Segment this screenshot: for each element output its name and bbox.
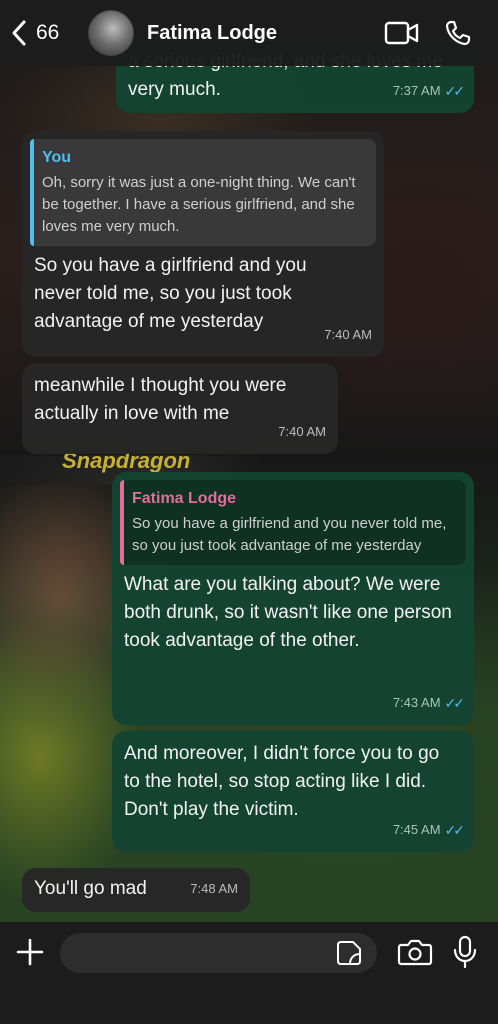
chat-header: 66 Fatima Lodge — [0, 0, 498, 66]
camera-icon — [397, 939, 433, 966]
phone-icon — [445, 20, 471, 46]
message-meta: 7:45 AM ✓✓ — [392, 816, 466, 844]
message-meta: 7:43 AM ✓✓ — [392, 689, 466, 717]
composer-bar — [0, 922, 498, 1024]
sticker-button[interactable] — [336, 940, 362, 966]
message-input[interactable] — [60, 933, 377, 973]
voice-call-button[interactable] — [440, 15, 476, 51]
message-time: 7:40 AM — [278, 424, 326, 439]
quoted-message[interactable]: Fatima Lodge So you have a girlfriend an… — [120, 480, 466, 565]
message-bubble-outgoing[interactable]: And moreover, I didn't force you to go t… — [112, 731, 474, 852]
contact-name[interactable]: Fatima Lodge — [147, 22, 384, 45]
message-time: 7:48 AM — [190, 881, 238, 896]
message-time: 7:37 AM — [392, 83, 441, 98]
message-time: 7:40 AM — [324, 327, 372, 342]
message-text: So you have a girlfriend and you never t… — [34, 255, 307, 332]
plus-icon — [16, 938, 44, 966]
video-call-icon — [384, 21, 419, 45]
message-meta: 7:40 AM — [278, 418, 326, 446]
message-text: And moreover, I didn't force you to go t… — [124, 743, 440, 820]
quote-text: So you have a girlfriend and you never t… — [132, 515, 447, 554]
attach-button[interactable] — [14, 936, 46, 968]
message-time: 7:43 AM — [392, 695, 441, 710]
quote-author: Fatima Lodge — [132, 490, 237, 507]
message-text: What are you talking about? We were both… — [124, 574, 452, 651]
message-bubble-incoming[interactable]: You Oh, sorry it was just a one-night th… — [22, 131, 384, 357]
back-button[interactable]: 66 — [10, 19, 78, 47]
camera-button[interactable] — [397, 936, 433, 968]
microphone-icon — [453, 935, 477, 969]
quoted-message[interactable]: You Oh, sorry it was just a one-night th… — [30, 139, 376, 246]
microphone-button[interactable] — [451, 934, 479, 970]
quote-author: You — [42, 149, 72, 166]
message-time: 7:45 AM — [392, 822, 441, 837]
chevron-left-icon — [12, 20, 26, 46]
read-receipt-icon: ✓✓ — [444, 695, 466, 711]
message-bubble-incoming[interactable]: meanwhile I thought you were actually in… — [22, 363, 338, 454]
message-meta: 7:48 AM — [190, 875, 238, 903]
read-receipt-icon: ✓✓ — [444, 83, 466, 99]
message-meta: 7:37 AM ✓✓ — [392, 77, 466, 105]
unread-count: 66 — [36, 21, 60, 44]
message-bubble-incoming[interactable]: You'll go mad 7:48 AM — [22, 868, 250, 912]
message-meta: 7:40 AM — [324, 321, 372, 349]
read-receipt-icon: ✓✓ — [444, 822, 466, 838]
video-call-button[interactable] — [384, 15, 420, 51]
message-bubble-outgoing[interactable]: Fatima Lodge So you have a girlfriend an… — [112, 472, 474, 725]
quote-text: Oh, sorry it was just a one-night thing.… — [42, 174, 356, 235]
sticker-icon — [337, 941, 361, 965]
avatar[interactable] — [88, 10, 134, 56]
